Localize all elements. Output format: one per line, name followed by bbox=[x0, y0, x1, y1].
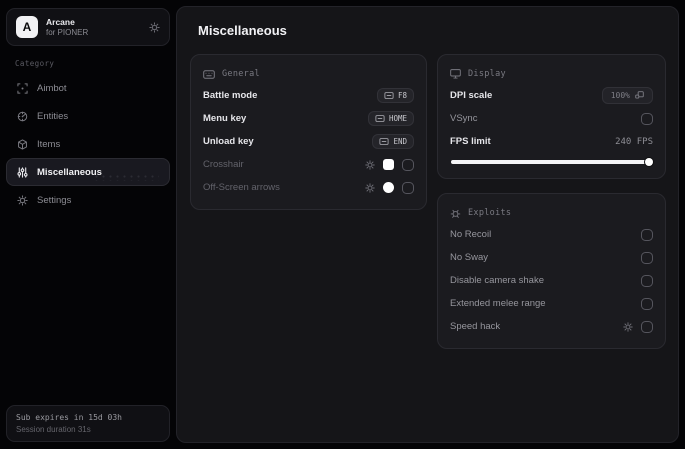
speed-hack-settings-gear-icon[interactable] bbox=[623, 321, 633, 332]
sidebar-item-miscellaneous[interactable]: Miscellaneous bbox=[6, 158, 170, 186]
disable-camera-shake-row: Disable camera shake bbox=[450, 269, 653, 292]
menu-keybind[interactable]: HOME bbox=[367, 111, 414, 126]
subscription-card: Sub expires in 15d 03h Session duration … bbox=[6, 405, 170, 442]
fps-limit-row: FPS limit 240 FPS bbox=[450, 130, 653, 153]
exploits-panel: Exploits No Recoil No Sway Disable camer… bbox=[437, 193, 666, 349]
speed-hack-checkbox[interactable] bbox=[641, 320, 653, 333]
setting-label: Disable camera shake bbox=[450, 275, 544, 286]
keyboard-icon bbox=[384, 92, 394, 99]
scale-icon bbox=[635, 91, 644, 100]
keybind-value: HOME bbox=[388, 114, 407, 123]
extended-melee-range-row: Extended melee range bbox=[450, 292, 653, 315]
gear-icon bbox=[17, 194, 28, 206]
no-recoil-checkbox[interactable] bbox=[641, 228, 653, 241]
brand-card: A Arcane for PIONER bbox=[6, 8, 170, 46]
app-name: Arcane bbox=[46, 16, 75, 27]
setting-label: Unload key bbox=[203, 136, 254, 147]
sidebar-item-label: Entities bbox=[37, 110, 69, 122]
fps-limit-slider[interactable] bbox=[451, 158, 653, 166]
crosshair-row: Crosshair bbox=[203, 153, 414, 176]
no-sway-checkbox[interactable] bbox=[641, 251, 653, 264]
sidebar-item-label: Aimbot bbox=[37, 82, 67, 94]
setting-label: Menu key bbox=[203, 113, 247, 124]
setting-label: No Sway bbox=[450, 252, 489, 263]
category-label: Category bbox=[15, 59, 55, 68]
sidebar-item-aimbot[interactable]: Aimbot bbox=[6, 74, 170, 102]
crosshair-scan-icon bbox=[17, 82, 28, 94]
keyboard-icon bbox=[379, 138, 390, 145]
offscreen-arrows-row: Off-Screen arrows bbox=[203, 176, 414, 199]
display-panel: Display DPI scale 100% VSync FPS limit 2… bbox=[437, 54, 666, 179]
session-duration-text: Session duration 31s bbox=[16, 425, 91, 434]
general-panel: General Battle mode F8 Menu key HOME Unl… bbox=[190, 54, 427, 210]
keybind-value: END bbox=[393, 137, 407, 146]
fps-limit-value: 240 FPS bbox=[615, 136, 653, 147]
battle-mode-keybind[interactable]: F8 bbox=[376, 88, 414, 103]
dotted-texture bbox=[93, 174, 159, 181]
slider-thumb[interactable] bbox=[645, 158, 653, 166]
page-title: Miscellaneous bbox=[198, 23, 287, 38]
setting-label: Extended melee range bbox=[450, 298, 546, 309]
keybind-value: F8 bbox=[397, 91, 407, 100]
sub-expires-text: Sub expires in 15d 03h bbox=[16, 413, 122, 422]
monitor-icon bbox=[450, 69, 461, 79]
app-logo: A bbox=[16, 16, 38, 38]
panel-title: Exploits bbox=[468, 208, 512, 218]
dpi-scale-value: 100% bbox=[610, 91, 630, 100]
radar-icon bbox=[17, 111, 28, 122]
vsync-checkbox[interactable] bbox=[641, 112, 653, 125]
no-recoil-row: No Recoil bbox=[450, 223, 653, 246]
app-subtitle: for PIONER bbox=[46, 27, 89, 37]
panel-title: General bbox=[222, 69, 260, 79]
battle-mode-row: Battle mode F8 bbox=[203, 84, 414, 107]
crosshair-settings-gear-icon[interactable] bbox=[365, 159, 375, 170]
sliders-icon bbox=[17, 166, 28, 178]
offscreen-checkbox[interactable] bbox=[402, 181, 414, 194]
sidebar: A Arcane for PIONER Category Aimbot Enti… bbox=[0, 0, 176, 449]
sidebar-item-settings[interactable]: Settings bbox=[6, 186, 170, 214]
setting-label: Speed hack bbox=[450, 321, 501, 332]
app-window: A Arcane for PIONER Category Aimbot Enti… bbox=[0, 0, 685, 449]
cube-icon bbox=[17, 138, 28, 150]
menu-key-row: Menu key HOME bbox=[203, 107, 414, 130]
main-content: Miscellaneous General Battle mode F8 Men… bbox=[176, 6, 679, 443]
no-sway-row: No Sway bbox=[450, 246, 653, 269]
sidebar-item-entities[interactable]: Entities bbox=[6, 102, 170, 130]
speed-hack-row: Speed hack bbox=[450, 315, 653, 338]
setting-label: Battle mode bbox=[203, 90, 258, 101]
keyboard-icon bbox=[203, 69, 215, 79]
dpi-scale-row: DPI scale 100% bbox=[450, 84, 653, 107]
setting-label: Off-Screen arrows bbox=[203, 182, 280, 193]
bug-icon bbox=[450, 208, 461, 219]
unload-keybind[interactable]: END bbox=[372, 134, 414, 149]
extended-melee-range-checkbox[interactable] bbox=[641, 297, 653, 310]
sidebar-item-label: Items bbox=[37, 138, 61, 150]
setting-label: Crosshair bbox=[203, 159, 244, 170]
disable-camera-shake-checkbox[interactable] bbox=[641, 274, 653, 287]
vsync-row: VSync bbox=[450, 107, 653, 130]
panel-title: Display bbox=[468, 69, 506, 79]
crosshair-checkbox[interactable] bbox=[402, 158, 414, 171]
setting-label: DPI scale bbox=[450, 90, 493, 101]
sidebar-nav: Aimbot Entities Items Miscellaneous Sett… bbox=[6, 74, 170, 214]
gear-icon[interactable] bbox=[149, 21, 160, 33]
setting-label: VSync bbox=[450, 113, 478, 124]
offscreen-settings-gear-icon[interactable] bbox=[365, 182, 375, 193]
unload-key-row: Unload key END bbox=[203, 130, 414, 153]
sidebar-item-items[interactable]: Items bbox=[6, 130, 170, 158]
keyboard-icon bbox=[375, 115, 385, 122]
offscreen-color-swatch[interactable] bbox=[383, 182, 394, 193]
crosshair-color-swatch[interactable] bbox=[383, 159, 394, 170]
setting-label: No Recoil bbox=[450, 229, 492, 240]
brand-text: Arcane for PIONER bbox=[46, 17, 141, 38]
setting-label: FPS limit bbox=[450, 136, 491, 147]
sidebar-item-label: Settings bbox=[37, 194, 72, 206]
dpi-scale-select[interactable]: 100% bbox=[601, 87, 653, 104]
